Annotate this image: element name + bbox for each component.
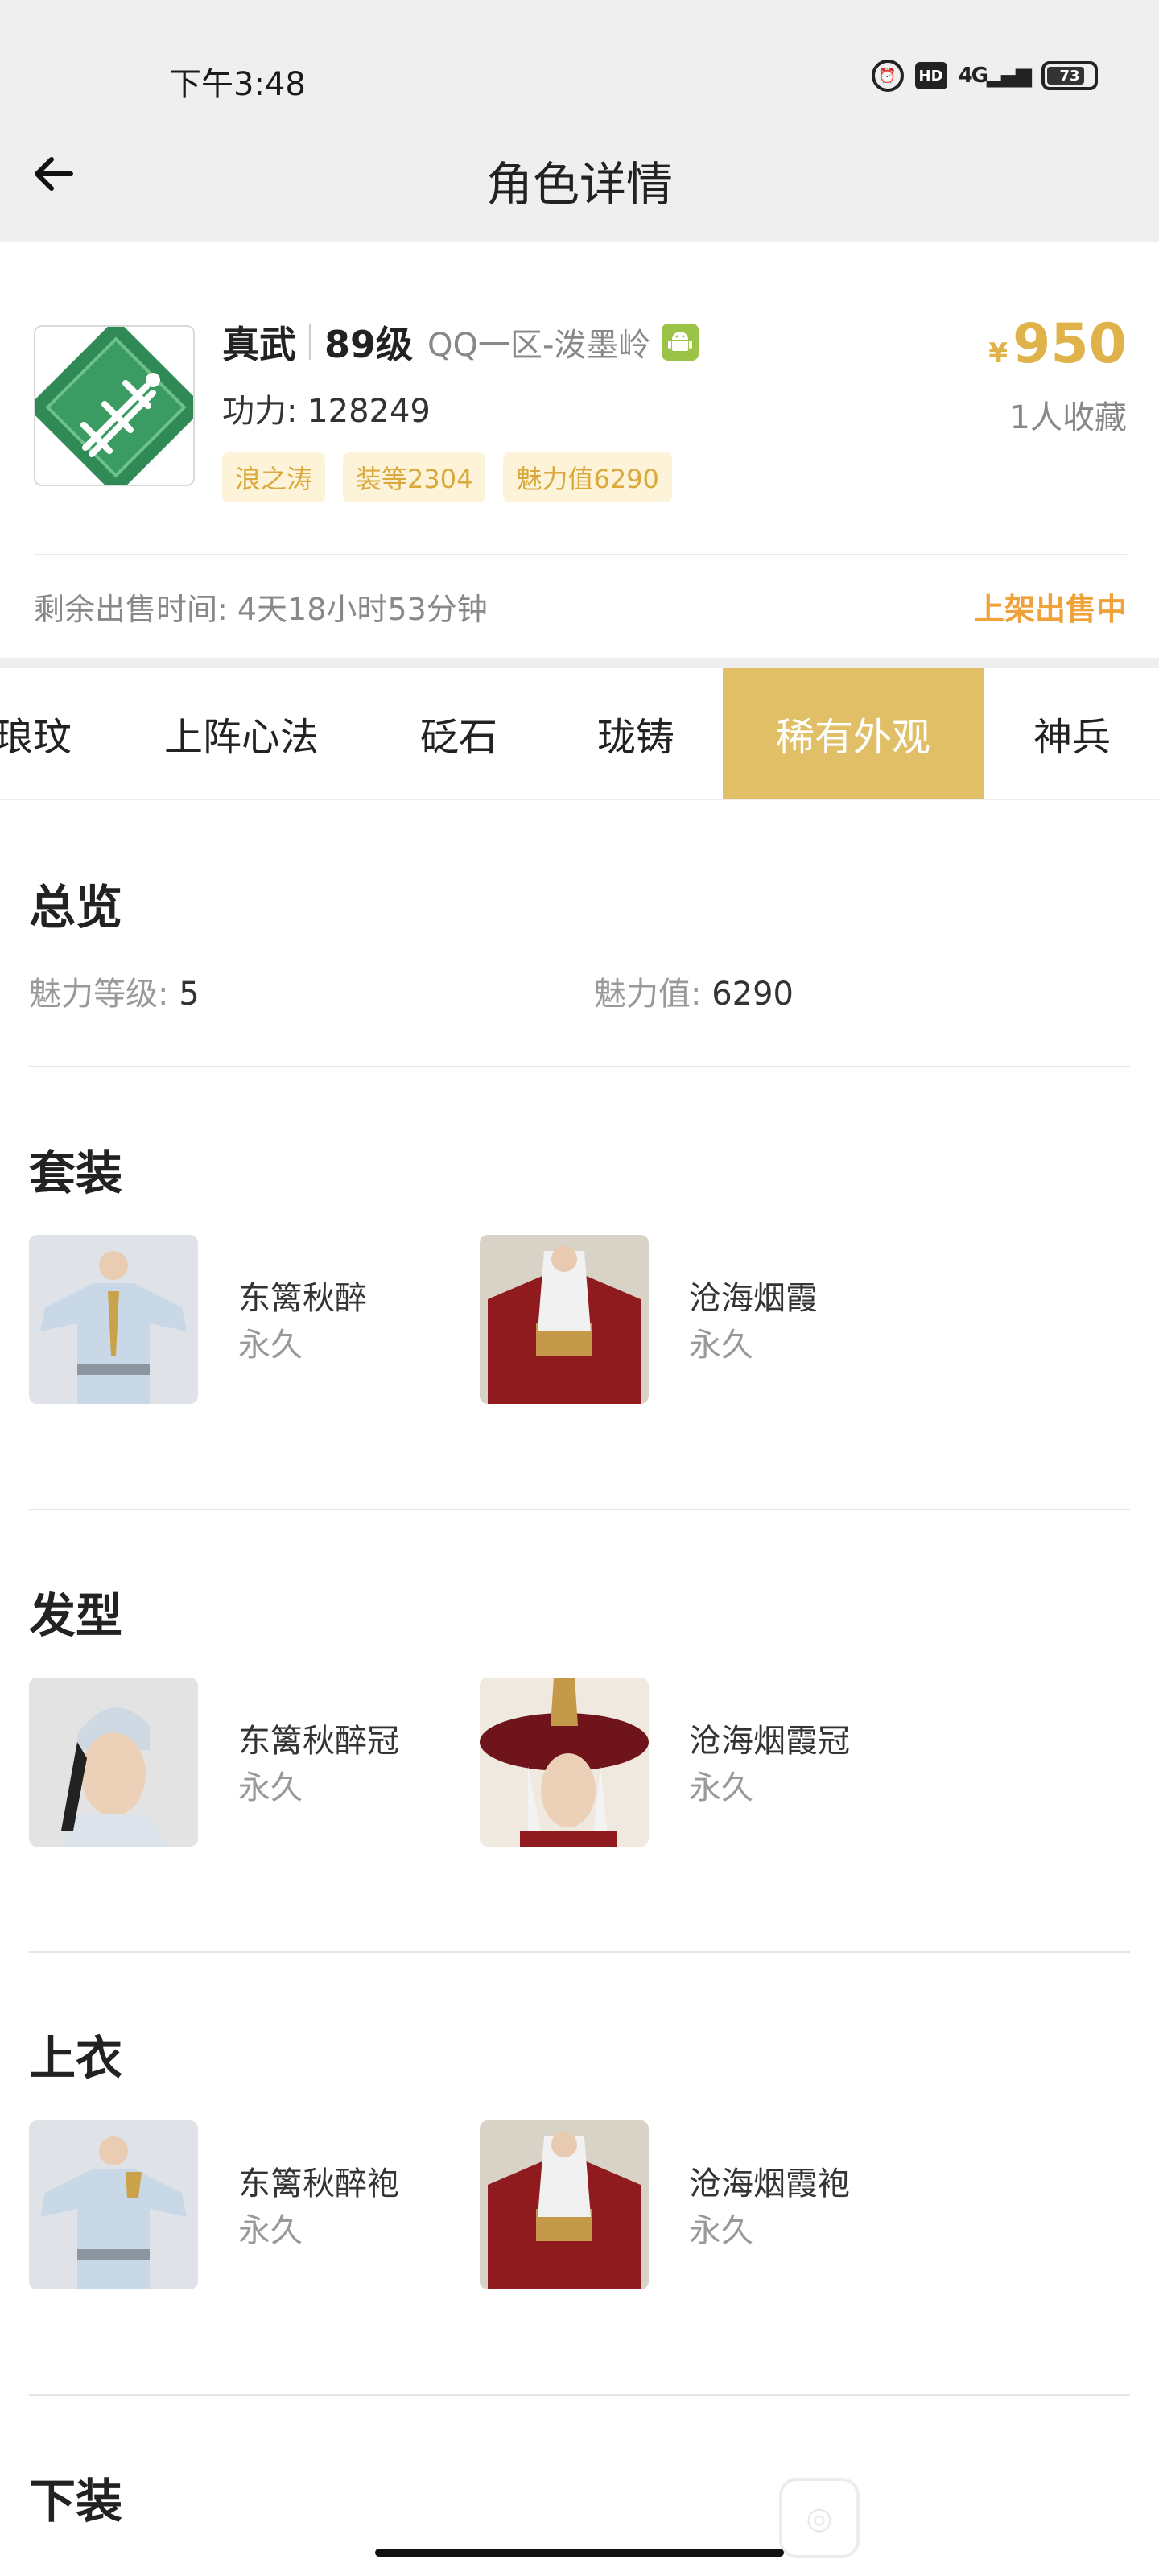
divider (34, 554, 1127, 555)
charm-value: 魅力值: 6290 (594, 968, 794, 1014)
divider (29, 2394, 1130, 2396)
tag-badge: 浪之涛 (222, 452, 326, 502)
role-power: 功力: 128249 (222, 393, 431, 430)
item-name: 东篱秋醉冠 (238, 1723, 399, 1760)
role-card[interactable]: 真武 89级 QQ一区-泼墨岭 功力: 128249 浪之涛 装等2304 魅力… (0, 242, 1159, 660)
role-school: 真武 (222, 323, 296, 366)
network-type: 4G (958, 64, 988, 88)
item-name: 沧海烟霞冠 (689, 1723, 850, 1760)
item-name: 东篱秋醉 (238, 1280, 367, 1317)
divider (29, 1509, 1130, 1510)
list-item[interactable]: 沧海烟霞 永久 (480, 1235, 914, 1404)
section-title: 发型 (29, 1588, 123, 1643)
status-icons: ⏰ HD 4G ▂▄▆ 73 (871, 60, 1098, 92)
watermark-icon: ◎ (779, 2478, 860, 2558)
hairstyle-thumbnail (29, 1678, 198, 1847)
price: ¥ 950 (988, 312, 1127, 376)
list-item[interactable]: 东篱秋醉 永久 (29, 1235, 464, 1404)
sale-status: 上架出售中 (973, 592, 1127, 627)
hairstyle-thumbnail (480, 1678, 649, 1847)
alarm-icon: ⏰ (871, 60, 904, 92)
list-item[interactable]: 沧海烟霞冠 永久 (480, 1678, 914, 1847)
tab-bar: 琅玟 上阵心法 砭石 珑铸 稀有外观 神兵 (0, 668, 1159, 800)
tab-xinfa[interactable]: 上阵心法 (137, 668, 346, 799)
section-title: 上衣 (29, 2031, 123, 2086)
item-name: 东篱秋醉袍 (238, 2165, 399, 2202)
item-duration: 永久 (238, 2212, 303, 2249)
charm-level-value: 5 (179, 976, 200, 1013)
tab-shenbing[interactable]: 神兵 (992, 668, 1153, 799)
item-name: 沧海烟霞袍 (689, 2165, 850, 2202)
top-thumbnail (480, 2120, 649, 2289)
divider (309, 324, 311, 360)
android-icon (662, 324, 699, 361)
section-title: 总览 (29, 880, 123, 935)
school-emblem-icon (34, 325, 195, 486)
charm-level: 魅力等级: 5 (29, 968, 200, 1014)
charm-level-label: 魅力等级: (29, 976, 169, 1013)
tab-rare-appearance[interactable]: 稀有外观 (723, 668, 984, 799)
tab-bianshi[interactable]: 砭石 (378, 668, 539, 799)
section-title: 下装 (29, 2474, 123, 2529)
currency-symbol: ¥ (988, 337, 1008, 369)
status-time: 下午3:48 (169, 66, 306, 103)
tag-badge: 魅力值6290 (503, 452, 672, 502)
charm-value-value: 6290 (711, 976, 794, 1013)
top-bar: 下午3:48 ⏰ HD 4G ▂▄▆ 73 角色详情 (0, 0, 1159, 242)
outfit-thumbnail (29, 1235, 198, 1404)
role-level: 89级 (324, 323, 414, 366)
item-duration: 永久 (689, 2212, 753, 2249)
item-duration: 永久 (238, 1327, 303, 1364)
favorite-count: 1人收藏 (1009, 399, 1127, 436)
page-title: 角色详情 (485, 157, 673, 212)
tab-longzhu[interactable]: 珑铸 (555, 668, 716, 799)
battery-icon: 73 (1041, 61, 1098, 90)
role-tags: 浪之涛 装等2304 魅力值6290 (222, 452, 672, 502)
divider (29, 1066, 1130, 1067)
item-name: 沧海烟霞 (689, 1280, 818, 1317)
item-duration: 永久 (689, 1327, 753, 1364)
outfit-thumbnail (480, 1235, 649, 1404)
top-thumbnail (29, 2120, 198, 2289)
divider (29, 1951, 1130, 1953)
tag-badge: 装等2304 (343, 452, 486, 502)
charm-value-label: 魅力值: (594, 976, 702, 1013)
remaining-time: 剩余出售时间: 4天18小时53分钟 (34, 592, 488, 627)
home-indicator[interactable] (375, 2549, 784, 2557)
battery-level: 73 (1059, 67, 1080, 85)
list-item[interactable]: 东篱秋醉袍 永久 (29, 2120, 464, 2289)
list-item[interactable]: 沧海烟霞袍 永久 (480, 2120, 914, 2289)
hd-icon: HD (914, 62, 947, 89)
list-item[interactable]: 东篱秋醉冠 永久 (29, 1678, 464, 1847)
section-title: 套装 (29, 1146, 123, 1200)
role-server: QQ一区-泼墨岭 (427, 327, 651, 364)
role-name-row: 真武 89级 QQ一区-泼墨岭 (222, 316, 699, 369)
section-gap (0, 658, 1159, 668)
tab-langwen[interactable]: 琅玟 (0, 668, 101, 799)
item-duration: 永久 (689, 1769, 753, 1806)
price-value: 950 (1013, 312, 1127, 376)
item-duration: 永久 (238, 1769, 303, 1806)
signal-icon: 4G ▂▄▆ (958, 64, 1032, 88)
